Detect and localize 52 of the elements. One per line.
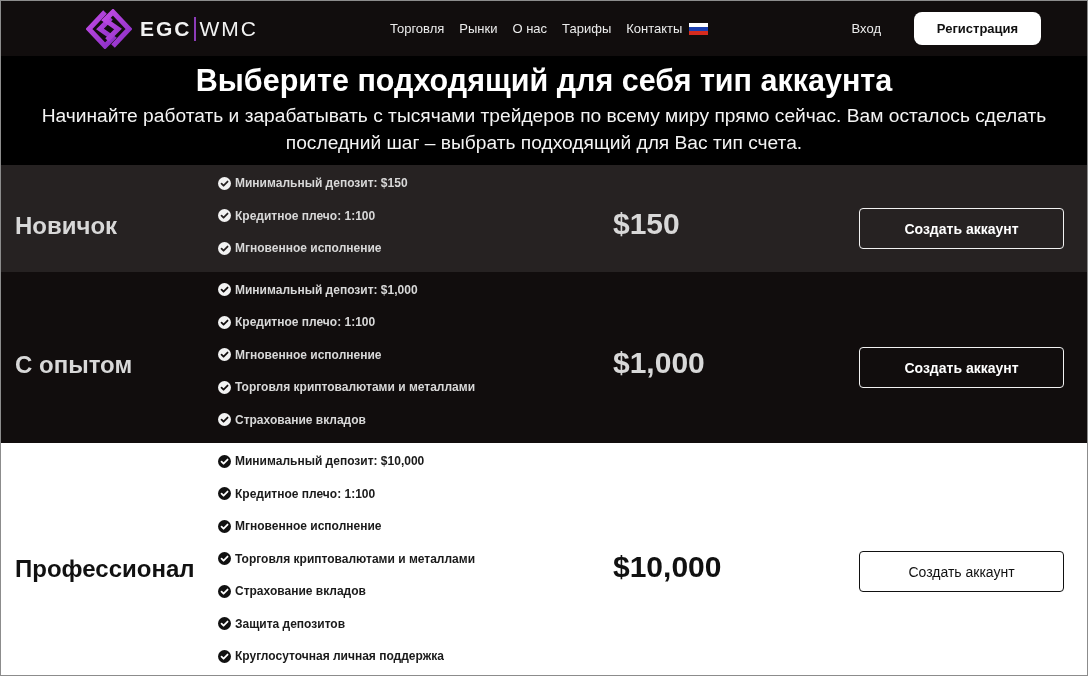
- check-circle-icon: [218, 584, 231, 598]
- feature-text: Торговля криптовалютами и металлами: [235, 551, 476, 566]
- check-circle-icon: [218, 552, 231, 566]
- feature-text: Страхование вкладов: [235, 584, 366, 599]
- logo-text: WMC: [199, 16, 258, 41]
- create-account-button[interactable]: Создать аккаунт: [859, 551, 1064, 593]
- plan-price: $1,000: [613, 345, 705, 380]
- plan-name: Профессионал: [15, 554, 195, 583]
- nav-link[interactable]: Тарифы: [562, 21, 612, 36]
- feature-text: Кредитное плечо: 1:100: [235, 208, 376, 223]
- nav-link[interactable]: Торговля: [390, 21, 445, 36]
- feature-text: Круглосуточная личная поддержка: [235, 649, 444, 664]
- feature-text: Мгновенное исполнение: [235, 519, 382, 534]
- check-circle-icon: [218, 519, 231, 533]
- nav-link[interactable]: Рынки: [459, 21, 498, 36]
- feature-text: Мгновенное исполнение: [235, 347, 382, 362]
- register-button[interactable]: Регистрация: [914, 12, 1041, 45]
- feature-text: Кредитное плечо: 1:100: [235, 315, 376, 330]
- feature-text: Минимальный депозит: $150: [235, 176, 408, 191]
- check-circle-icon: [218, 209, 231, 223]
- check-circle-icon: [218, 454, 231, 468]
- page-title: Выберите подходящий для себя тип аккаунта: [194, 63, 894, 98]
- feature-text: Мгновенное исполнение: [235, 241, 382, 256]
- check-circle-icon: [218, 413, 231, 427]
- page-subtitle: Начинайте работать и зарабатывать с тысячами трейдеров по всему миру прямо сейчас. Вам осталось сделать последний шаг – выбрать подходящий для Вас тип счета.: [40, 104, 1048, 155]
- check-circle-icon: [218, 487, 231, 501]
- plan-price: $150: [613, 206, 680, 241]
- logo-icon[interactable]: [86, 8, 132, 49]
- feature-text: Страхование вкладов: [235, 412, 366, 427]
- check-circle-icon: [218, 241, 231, 255]
- create-account-button[interactable]: Создать аккаунт: [859, 347, 1064, 389]
- feature-text: Торговля криптовалютами и металлами: [235, 380, 476, 395]
- logo-text: EGC: [140, 16, 192, 41]
- feature-text: Минимальный депозит: $10,000: [235, 454, 425, 469]
- feature-text: Минимальный депозит: $1,000: [235, 282, 418, 297]
- check-circle-icon: [218, 176, 231, 190]
- check-circle-icon: [218, 649, 231, 663]
- feature-text: Кредитное плечо: 1:100: [235, 486, 376, 501]
- check-circle-icon: [218, 348, 231, 362]
- check-circle-icon: [218, 315, 231, 329]
- feature-text: Защита депозитов: [235, 616, 346, 631]
- check-circle-icon: [218, 617, 231, 631]
- nav-link[interactable]: О нас: [512, 21, 548, 36]
- plan-name: Новичок: [15, 211, 118, 240]
- nav-link[interactable]: Контакты: [626, 21, 683, 36]
- create-account-button[interactable]: Создать аккаунт: [859, 208, 1064, 250]
- check-circle-icon: [218, 380, 231, 394]
- plan-price: $10,000: [613, 549, 722, 584]
- check-circle-icon: [218, 283, 231, 297]
- login-link[interactable]: Вход: [851, 21, 881, 36]
- flag-icon[interactable]: [689, 22, 709, 35]
- plan-name: С опытом: [15, 350, 133, 379]
